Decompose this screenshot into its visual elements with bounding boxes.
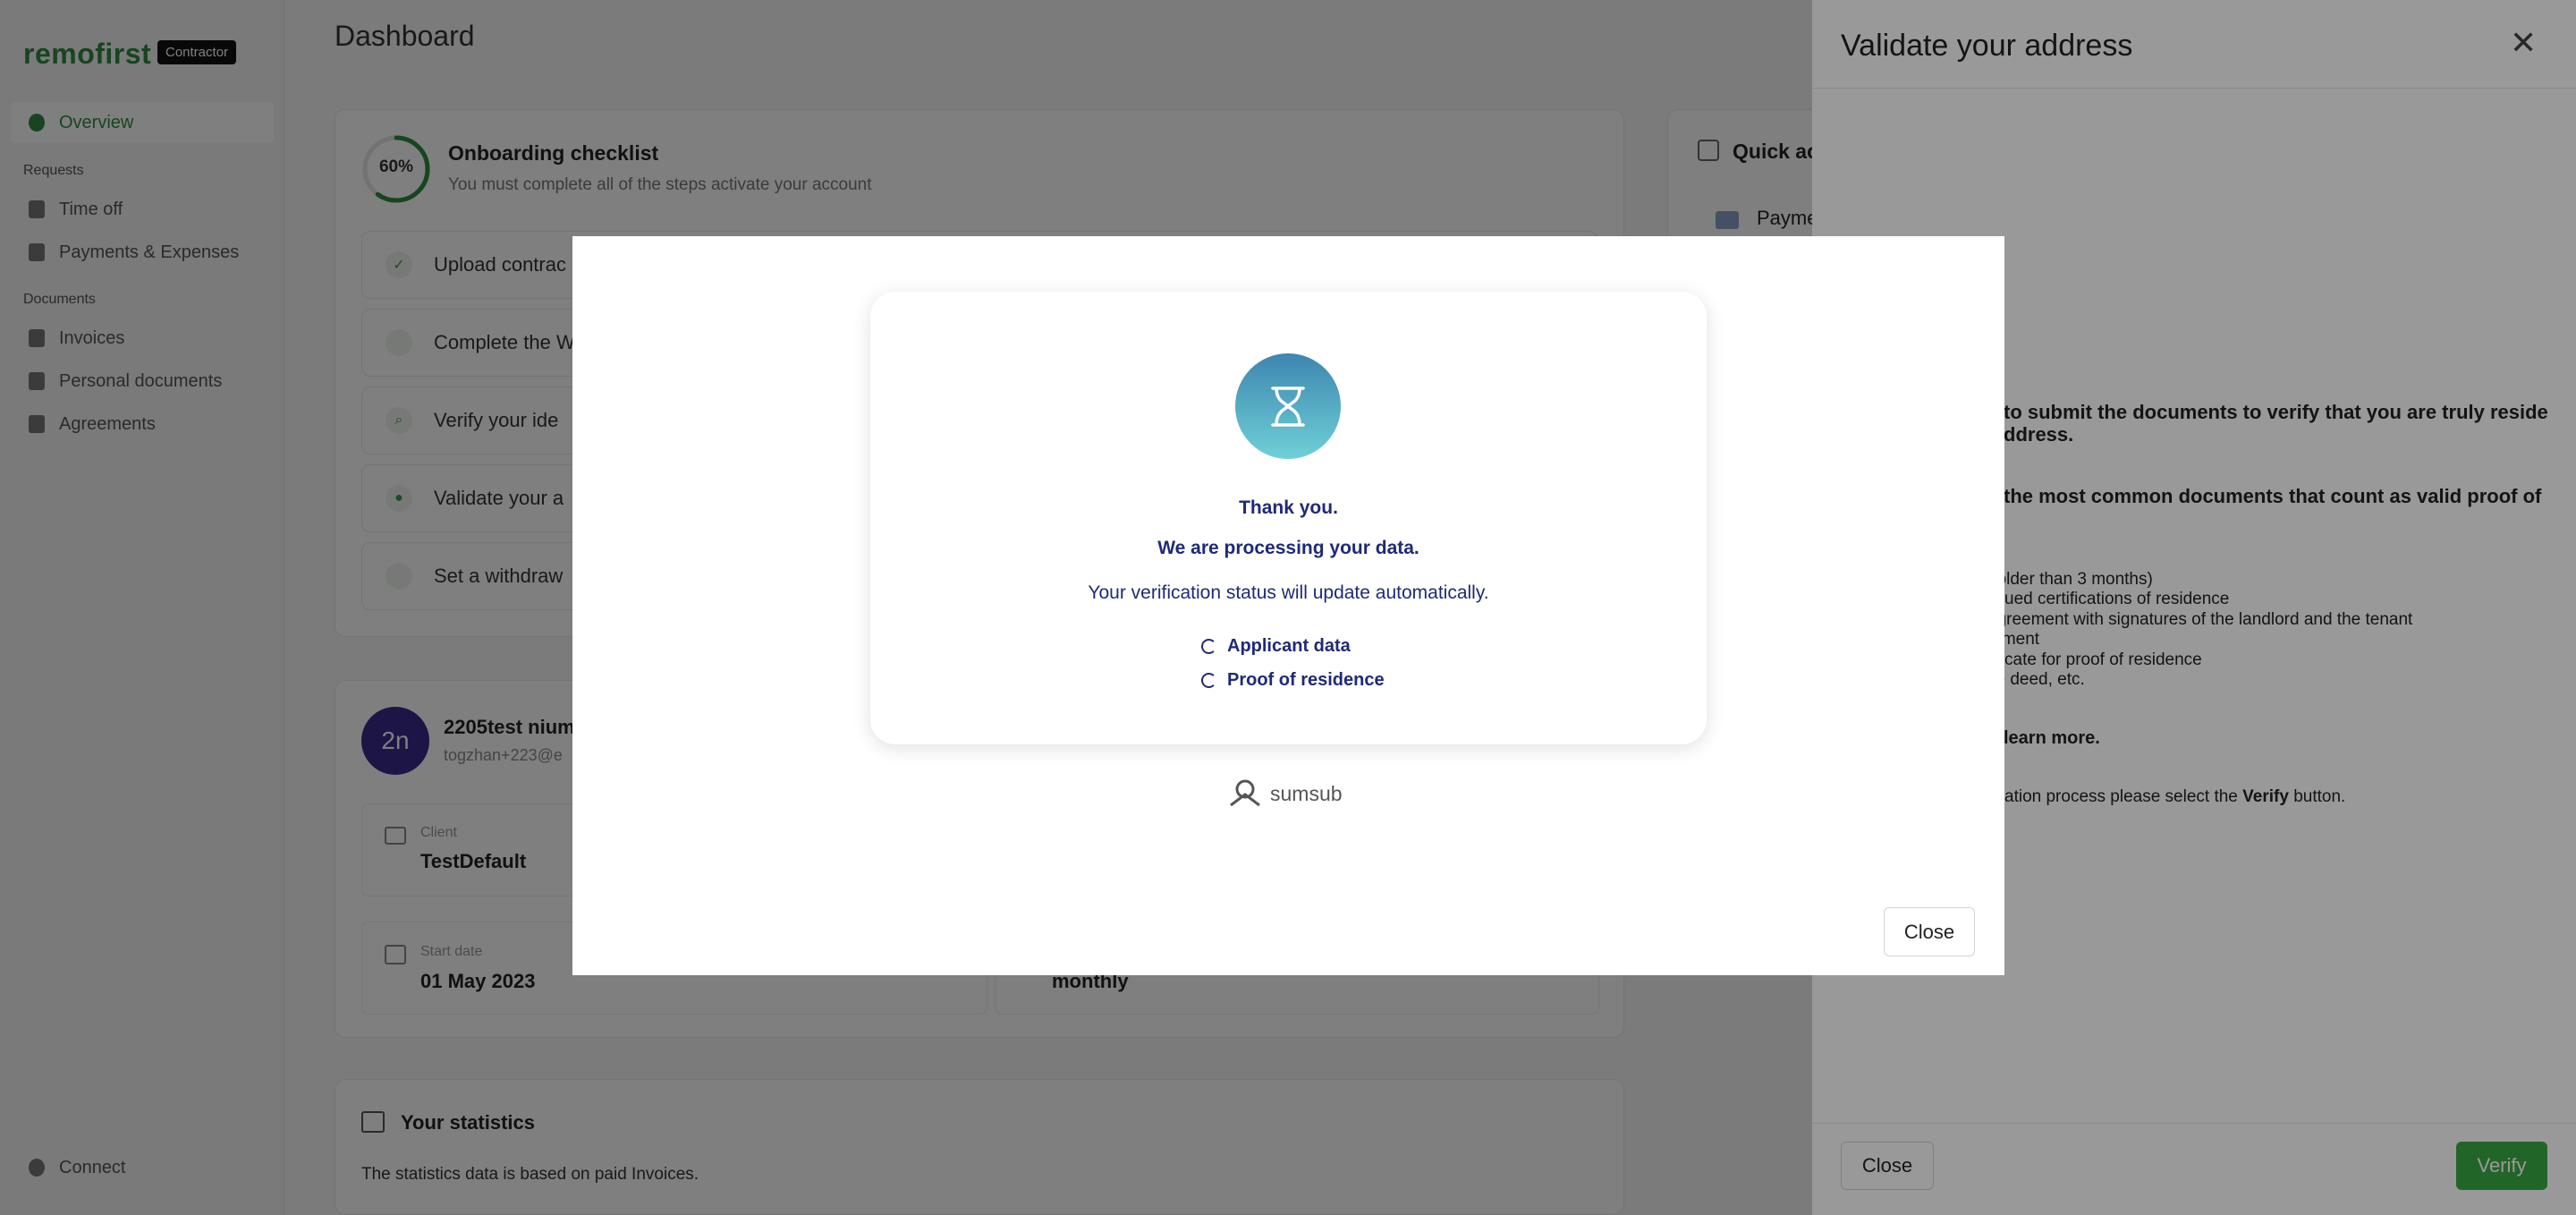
sumsub-logo: sumsub — [1227, 778, 1343, 809]
thank-you-text: Thank you. — [1239, 497, 1338, 518]
applicant-data-item: Applicant data — [1201, 636, 1351, 657]
sumsub-logo-icon — [1230, 779, 1260, 807]
processing-text: We are processing your data. — [1157, 538, 1419, 558]
hourglass-icon — [1235, 353, 1341, 459]
status-note: Your verification status will update aut… — [1088, 582, 1489, 603]
spinner-icon — [1201, 639, 1216, 654]
proof-of-residence-item: Proof of residence — [1201, 670, 1385, 691]
spinner-icon — [1201, 673, 1216, 688]
modal-close-button[interactable]: Close — [1884, 907, 1975, 956]
